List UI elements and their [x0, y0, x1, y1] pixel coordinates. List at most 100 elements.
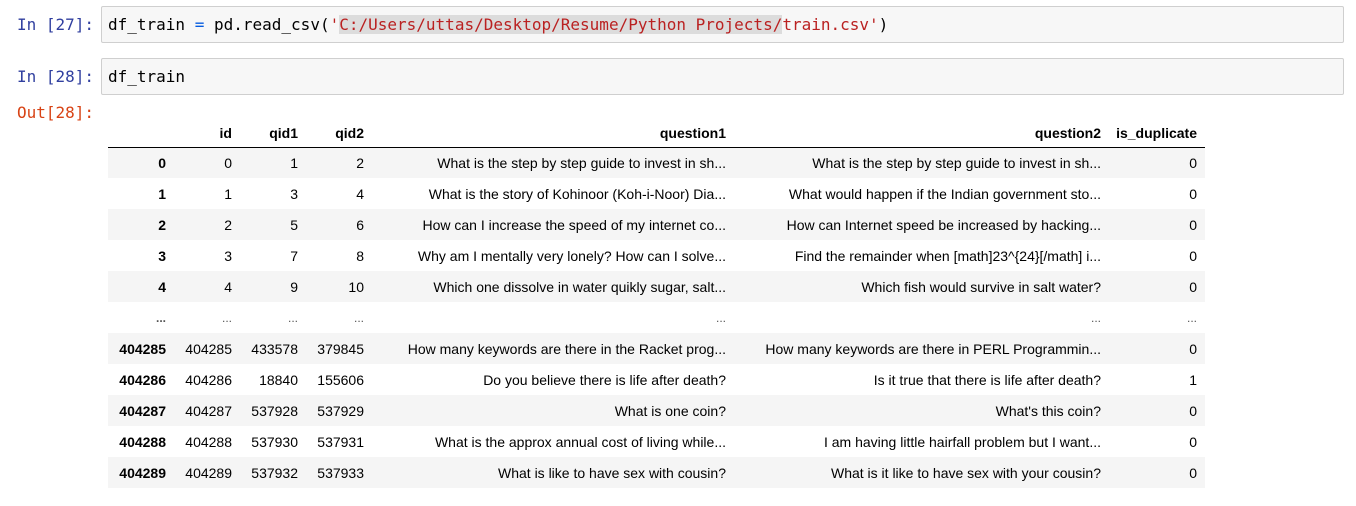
row-index: 404289 [119, 464, 166, 481]
table-cell: 0 [224, 154, 232, 171]
table-row: 2 2 5 6 How can I increase the speed of my i… [108, 209, 1205, 240]
code-cell-28[interactable]: df_train [101, 58, 1344, 95]
table-row: 404289 404289 537932 537933 What is like to … [108, 457, 1205, 488]
output-prompt-28: Out[28]: [17, 103, 95, 122]
table-cell: 537929 [317, 402, 364, 419]
code-call: pd.read_csv( [213, 15, 330, 34]
table-cell: What is it like to have sex with your co… [830, 464, 1101, 481]
table-cell: 7 [290, 247, 298, 264]
table-cell: 1 [224, 185, 232, 202]
row-index: 404287 [119, 402, 166, 419]
code-path-rest: train.csv [782, 15, 870, 34]
dataframe-table: id qid1 qid2 question1 question2 is_duplicate… [108, 120, 1205, 488]
column-header: question1 [372, 120, 734, 148]
table-cell: 0 [1189, 278, 1197, 295]
column-header: id [174, 120, 240, 148]
table-cell: ... [353, 310, 364, 325]
table-cell: 404287 [185, 402, 232, 419]
table-cell: 5 [290, 216, 298, 233]
table-cell: What is the step by step guide to invest… [437, 154, 726, 171]
code-operator: = [194, 15, 205, 34]
table-cell: 0 [1189, 247, 1197, 264]
table-cell: 0 [1189, 154, 1197, 171]
code-variable: df_train [108, 15, 186, 34]
table-cell: 433578 [251, 340, 298, 357]
code-cell-27[interactable]: df_train = pd.read_csv('C:/Users/uttas/D… [101, 6, 1344, 43]
table-row: 4 4 9 10 Which one dissolve in water quikly … [108, 271, 1205, 302]
table-row: 404287 404287 537928 537929 What is one coin… [108, 395, 1205, 426]
code-close-paren: ) [878, 15, 889, 34]
column-header: is_duplicate [1109, 120, 1205, 148]
table-cell: ... [221, 310, 232, 325]
table-cell: 0 [1189, 340, 1197, 357]
table-cell: ... [1090, 310, 1101, 325]
column-header: question2 [734, 120, 1109, 148]
table-cell: 10 [348, 278, 364, 295]
table-cell: 3 [224, 247, 232, 264]
table-cell: 3 [290, 185, 298, 202]
table-cell: 0 [1189, 216, 1197, 233]
table-cell: How can Internet speed be increased by h… [786, 216, 1101, 233]
table-cell: 4 [356, 185, 364, 202]
table-cell: Which one dissolve in water quikly sugar… [433, 278, 726, 295]
row-index: 2 [158, 216, 166, 233]
table-row: 404286 404286 18840 155606 Do you believe th… [108, 364, 1205, 395]
table-cell: 0 [1189, 185, 1197, 202]
code-quote-open: ' [329, 15, 340, 34]
table-cell: 537928 [251, 402, 298, 419]
table-cell: Do you believe there is life after death… [483, 371, 726, 388]
table-cell: 9 [290, 278, 298, 295]
table-cell: 1 [1189, 371, 1197, 388]
table-cell: 6 [356, 216, 364, 233]
table-header-row: id qid1 qid2 question1 question2 is_duplicate [108, 120, 1205, 148]
table-cell: What would happen if the Indian governme… [788, 185, 1101, 202]
row-index: 0 [158, 154, 166, 171]
table-row: 404285 404285 433578 379845 How many keyword… [108, 333, 1205, 364]
table-cell: What is the story of Kohinoor (Koh-i-Noo… [428, 185, 726, 202]
table-cell: What is like to have sex with cousin? [498, 464, 726, 481]
table-cell: How many keywords are there in the Racke… [407, 340, 726, 357]
code-line: df_train = pd.read_csv('C:/Users/uttas/D… [108, 15, 888, 35]
input-prompt-28: In [28]: [17, 67, 95, 86]
row-index: 404285 [119, 340, 166, 357]
table-row: 0 0 1 2 What is the step by step guide to in… [108, 147, 1205, 178]
column-header: qid1 [240, 120, 306, 148]
table-cell: ... [715, 310, 726, 325]
table-cell: What is the step by step guide to invest… [812, 154, 1101, 171]
column-header: qid2 [306, 120, 372, 148]
table-cell: 537932 [251, 464, 298, 481]
table-row: 1 1 3 4 What is the story of Kohinoor (Koh-i… [108, 178, 1205, 209]
table-row: 3 3 7 8 Why am I mentally very lonely? How c… [108, 240, 1205, 271]
row-index: 1 [158, 185, 166, 202]
table-cell: 404288 [185, 433, 232, 450]
table-cell: Which fish would survive in salt water? [861, 278, 1101, 295]
table-cell: What's this coin? [995, 402, 1101, 419]
table-cell: How many keywords are there in PERL Prog… [765, 340, 1101, 357]
code-path-highlighted: C:/Users/uttas/Desktop/Resume/Python Pro… [339, 15, 783, 34]
table-row: ..................... [108, 302, 1205, 333]
input-prompt-27: In [27]: [17, 15, 95, 34]
table-cell: How can I increase the speed of my inter… [422, 216, 727, 233]
table-cell: What is one coin? [614, 402, 726, 419]
table-cell: 0 [1189, 433, 1197, 450]
table-cell: ... [287, 310, 298, 325]
row-index: 4 [158, 278, 166, 295]
row-index: 404286 [119, 371, 166, 388]
code-quote-close: ' [869, 15, 879, 34]
index-header [108, 120, 174, 148]
table-cell: 4 [224, 278, 232, 295]
row-index: ... [155, 310, 166, 325]
code-line: df_train [108, 67, 186, 86]
table-cell: 537933 [317, 464, 364, 481]
table-cell: 404289 [185, 464, 232, 481]
table-cell: 537931 [317, 433, 364, 450]
table-cell: What is the approx annual cost of living… [434, 433, 726, 450]
table-cell: 0 [1189, 402, 1197, 419]
table-cell: Is it true that there is life after deat… [873, 371, 1101, 388]
table-cell: 0 [1189, 464, 1197, 481]
table-cell: 2 [356, 154, 364, 171]
table-cell: 537930 [251, 433, 298, 450]
table-cell: 18840 [259, 371, 298, 388]
table-cell: 155606 [317, 371, 364, 388]
row-index: 3 [158, 247, 166, 264]
